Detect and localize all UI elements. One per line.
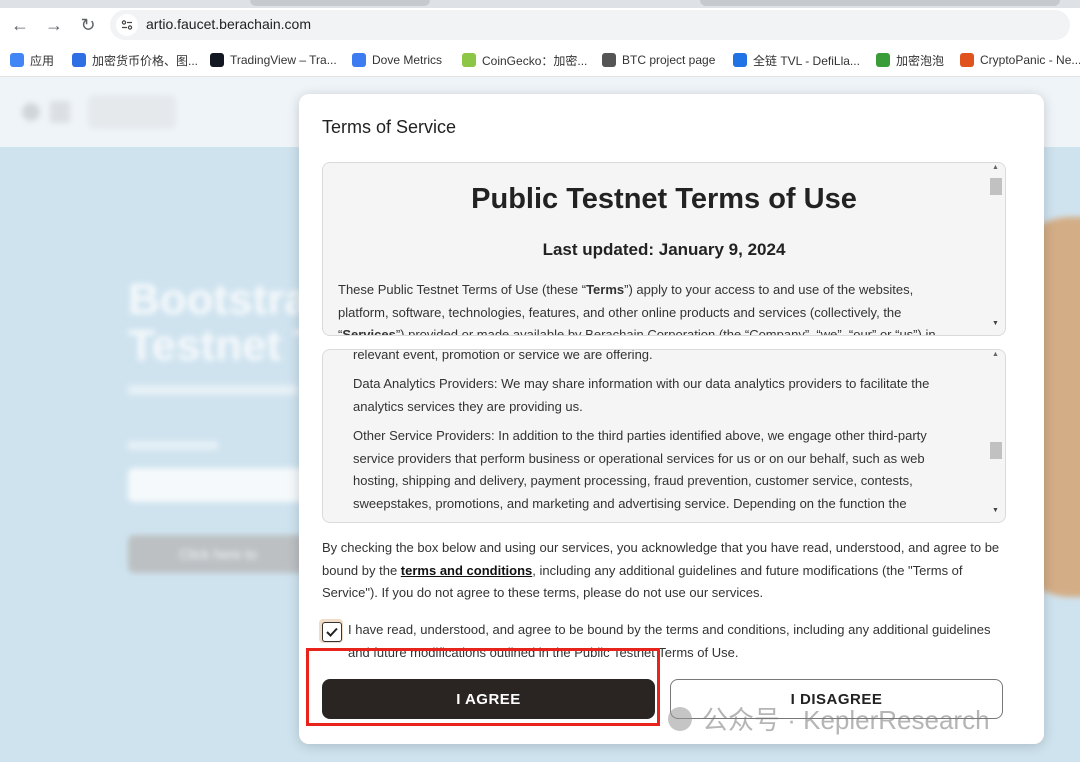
modal-title: Terms of Service [322,117,457,137]
tradingview-icon [210,53,224,67]
hero-title: Bootstra Testnet T [128,275,321,370]
bookmark-item[interactable]: CoinGecko：加密... [462,51,587,69]
doc2-scrollbar[interactable]: ▲ ▼ [988,349,1004,521]
terms-document-preview[interactable]: Public Testnet Terms of Use Last updated… [322,162,1006,336]
scroll-thumb[interactable] [990,178,1002,195]
doc2-paragraph-providers: Other Service Providers: In addition to … [353,428,927,511]
agree-checkbox[interactable] [322,622,342,642]
doc1-scrollbar[interactable]: ▲ ▼ [988,162,1004,334]
scroll-up-icon[interactable]: ▲ [992,164,999,171]
bookmark-label: BTC project page [622,53,716,67]
scroll-up-icon[interactable]: ▲ [992,351,999,358]
browser-toolbar: ← → ↻ artio.faucet.berachain.com [0,8,1080,42]
wallet-address-label [128,441,218,450]
browser-tab[interactable] [250,0,430,6]
site-settings-icon[interactable] [116,14,138,36]
back-icon[interactable]: ← [6,11,34,39]
claim-button[interactable]: Click here to [128,535,308,573]
logo-mark [50,101,70,123]
wallet-address-input[interactable] [128,468,308,502]
defillama-icon [733,53,747,67]
bookmark-label: 加密货币价格、图... [92,53,199,68]
bookmark-item[interactable]: 加密货币价格、图... [72,51,198,69]
scroll-thumb[interactable] [990,442,1002,459]
terms-modal: Terms of Service Public Testnet Terms of… [299,94,1044,744]
bookmark-item[interactable]: TradingView – Tra... [210,51,337,69]
annotation-highlight-box [306,648,660,726]
consent-text: By checking the box below and using our … [322,540,1000,600]
logo-icon [22,103,40,121]
reload-icon[interactable]: ↻ [74,11,102,39]
forward-icon[interactable]: → [40,11,68,39]
bookmark-item[interactable]: 应用 [10,51,54,69]
doc2-paragraph-0: relevant event, promotion or service we … [353,349,653,362]
bookmarks-bar: 应用 加密货币价格、图... TradingView – Tra... Dove Me… [0,44,1080,77]
bookmark-item[interactable]: BTC project page [602,51,715,69]
url-text: artio.faucet.berachain.com [146,16,311,32]
doc-heading: Public Testnet Terms of Use [471,183,857,215]
bookmark-label: 全链 TVL - DefiLla... [753,53,860,68]
address-bar[interactable]: artio.faucet.berachain.com [110,10,1070,40]
bookmark-label: CryptoPanic - Ne... [980,53,1080,67]
coin-icon [72,53,86,67]
bookmark-label: 加密泡泡 [896,53,945,68]
network-select[interactable] [88,95,176,129]
scroll-down-icon[interactable]: ▼ [992,320,999,327]
bookmark-item[interactable]: Dove Metrics [352,51,442,69]
hero-subtitle [128,385,298,395]
coingecko-icon [462,53,476,67]
bookmark-label: TradingView – Tra... [230,53,337,67]
scroll-down-icon[interactable]: ▼ [992,507,999,514]
privacy-document-preview[interactable]: relevant event, promotion or service we … [322,349,1006,523]
bookmark-item[interactable]: 加密泡泡 [876,51,944,69]
bookmark-label: 应用 [30,53,55,68]
wechat-icon [668,706,692,731]
terms-link[interactable]: terms and conditions [401,563,532,578]
bookmark-label: CoinGecko：加密... [482,53,588,68]
doc2-paragraph-analytics: Data Analytics Providers: We may share i… [353,376,930,414]
doc-updated-date: Last updated: January 9, 2024 [542,240,786,259]
bookmark-item[interactable]: CryptoPanic - Ne... [960,51,1080,69]
tab-strip [0,0,1080,8]
cryptopanic-icon [960,53,974,67]
dove-metrics-icon [352,53,366,67]
checkmark-icon [326,627,338,637]
doc-intro-paragraph: These Public Testnet Terms of Use (these… [338,282,936,336]
bookmark-label: Dove Metrics [372,53,443,67]
browser-tab[interactable] [700,0,1060,6]
btc-icon [602,53,616,67]
apps-grid-icon [10,53,24,67]
bookmark-item[interactable]: 全链 TVL - DefiLla... [733,51,860,69]
watermark: 公众号 · KeplerResearch [668,700,990,737]
bubbles-icon [876,53,890,67]
